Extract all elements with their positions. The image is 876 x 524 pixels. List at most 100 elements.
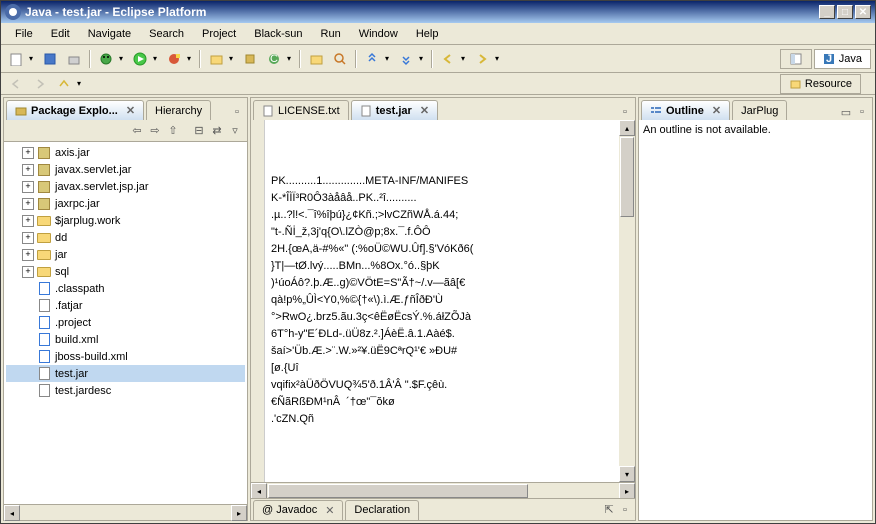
annotate-next-dropdown[interactable]: ▾: [419, 54, 427, 63]
editor-text[interactable]: PK..........1..............META-INF/MANI…: [271, 173, 615, 428]
scroll-left-button[interactable]: ◂: [4, 505, 20, 521]
run-external-dropdown[interactable]: ▾: [187, 54, 195, 63]
tree-item-jar[interactable]: +jar: [6, 246, 245, 263]
scroll-left-button[interactable]: ◂: [251, 483, 267, 499]
menu-navigate[interactable]: Navigate: [80, 26, 139, 42]
back-dropdown[interactable]: ▾: [461, 54, 469, 63]
tree-item-build-xml[interactable]: build.xml: [6, 331, 245, 348]
run-external-button[interactable]: [163, 48, 185, 70]
package-explorer-tab[interactable]: Package Explo... ✕: [6, 100, 144, 120]
editor-horizontal-scrollbar[interactable]: ◂ ▸: [251, 482, 635, 498]
expander-icon[interactable]: +: [22, 147, 34, 159]
maximize-editor-button[interactable]: ▫: [617, 104, 633, 120]
minimize-button[interactable]: _: [819, 5, 835, 19]
menu-help[interactable]: Help: [408, 26, 447, 42]
java-perspective-button[interactable]: JJava: [814, 49, 871, 69]
close-tab-icon[interactable]: ✕: [712, 104, 721, 117]
expander-icon[interactable]: +: [22, 181, 34, 193]
view-menu-button[interactable]: ▫: [229, 104, 245, 120]
close-tab-icon[interactable]: ✕: [420, 104, 429, 117]
forward-dropdown[interactable]: ▾: [495, 54, 503, 63]
filters-icon[interactable]: ▿: [227, 123, 243, 139]
print-button[interactable]: [63, 48, 85, 70]
annotate-prev-button[interactable]: [361, 48, 383, 70]
tree-item--fatjar[interactable]: .fatjar: [6, 297, 245, 314]
tree-item-dd[interactable]: +dd: [6, 229, 245, 246]
run-button[interactable]: [129, 48, 151, 70]
nav-up-dropdown[interactable]: ▾: [77, 79, 85, 88]
close-button[interactable]: ✕: [855, 5, 871, 19]
tree-item-jboss-build-xml[interactable]: jboss-build.xml: [6, 348, 245, 365]
tree-item-axis-jar[interactable]: +axis.jar: [6, 144, 245, 161]
expander-icon[interactable]: +: [22, 232, 34, 244]
menu-window[interactable]: Window: [351, 26, 406, 42]
collapse-all-icon[interactable]: ⊟: [191, 123, 207, 139]
new-dropdown[interactable]: ▾: [29, 54, 37, 63]
editor-content[interactable]: PK..........1..............META-INF/MANI…: [251, 120, 619, 482]
annotate-prev-dropdown[interactable]: ▾: [385, 54, 393, 63]
new-button[interactable]: [5, 48, 27, 70]
restore-button[interactable]: ⇱: [601, 502, 617, 518]
resource-perspective-button[interactable]: Resource: [780, 74, 861, 94]
tree-item-jaxrpc-jar[interactable]: +jaxrpc.jar: [6, 195, 245, 212]
maximize-button[interactable]: ▫: [617, 502, 633, 518]
new-project-dropdown[interactable]: ▾: [229, 54, 237, 63]
back-icon[interactable]: ⇦: [129, 123, 145, 139]
jarplug-tab[interactable]: JarPlug: [732, 100, 787, 120]
scroll-right-button[interactable]: ▸: [231, 505, 247, 521]
javadoc-tab[interactable]: @ Javadoc✕: [253, 500, 343, 520]
tree-item-test-jar[interactable]: test.jar: [6, 365, 245, 382]
tree-item-sql[interactable]: +sql: [6, 263, 245, 280]
tree-item-javax-servlet-jsp-jar[interactable]: +javax.servlet.jsp.jar: [6, 178, 245, 195]
new-class-dropdown[interactable]: ▾: [287, 54, 295, 63]
new-class-button[interactable]: C: [263, 48, 285, 70]
tree-item-javax-servlet-jar[interactable]: +javax.servlet.jar: [6, 161, 245, 178]
new-package-button[interactable]: [239, 48, 261, 70]
menu-file[interactable]: File: [7, 26, 41, 42]
menu-edit[interactable]: Edit: [43, 26, 78, 42]
close-tab-icon[interactable]: ✕: [126, 104, 135, 117]
save-button[interactable]: [39, 48, 61, 70]
close-tab-icon[interactable]: ✕: [325, 504, 334, 517]
expander-icon[interactable]: +: [22, 249, 34, 261]
editor-tab-testjar[interactable]: test.jar ✕: [351, 100, 438, 120]
scroll-down-button[interactable]: ▾: [619, 466, 635, 482]
expander-icon[interactable]: +: [22, 198, 34, 210]
new-project-button[interactable]: [205, 48, 227, 70]
outline-tab[interactable]: Outline ✕: [641, 100, 730, 120]
debug-button[interactable]: [95, 48, 117, 70]
minimize-view-button[interactable]: ▭: [838, 104, 854, 120]
nav-forward-button[interactable]: [29, 73, 51, 95]
maximize-view-button[interactable]: ▫: [854, 104, 870, 120]
editor-tab-license[interactable]: LICENSE.txt: [253, 100, 349, 120]
debug-dropdown[interactable]: ▾: [119, 54, 127, 63]
declaration-tab[interactable]: Declaration: [345, 500, 419, 520]
scroll-right-button[interactable]: ▸: [619, 483, 635, 499]
expander-icon[interactable]: +: [22, 215, 34, 227]
hierarchy-tab[interactable]: Hierarchy: [146, 100, 211, 120]
run-dropdown[interactable]: ▾: [153, 54, 161, 63]
tree-item--jarplug-work[interactable]: +$jarplug.work: [6, 212, 245, 229]
menu-black-sun[interactable]: Black-sun: [246, 26, 310, 42]
up-icon[interactable]: ⇧: [165, 123, 181, 139]
editor-gutter[interactable]: [251, 120, 265, 482]
annotate-next-button[interactable]: [395, 48, 417, 70]
nav-back-button[interactable]: [5, 73, 27, 95]
menu-project[interactable]: Project: [194, 26, 244, 42]
tree-item--classpath[interactable]: .classpath: [6, 280, 245, 297]
open-type-button[interactable]: [305, 48, 327, 70]
open-perspective-button[interactable]: [780, 49, 812, 69]
search-button[interactable]: [329, 48, 351, 70]
menu-search[interactable]: Search: [141, 26, 192, 42]
expander-icon[interactable]: +: [22, 266, 34, 278]
forward-icon[interactable]: ⇨: [147, 123, 163, 139]
forward-button[interactable]: [471, 48, 493, 70]
link-editor-icon[interactable]: ⇄: [209, 123, 225, 139]
scroll-up-button[interactable]: ▴: [619, 120, 635, 136]
tree-horizontal-scrollbar[interactable]: ◂ ▸: [4, 504, 247, 520]
expander-icon[interactable]: +: [22, 164, 34, 176]
menu-run[interactable]: Run: [313, 26, 349, 42]
package-explorer-tree[interactable]: +axis.jar+javax.servlet.jar+javax.servle…: [4, 142, 247, 504]
tree-item--project[interactable]: .project: [6, 314, 245, 331]
nav-up-button[interactable]: [53, 73, 75, 95]
